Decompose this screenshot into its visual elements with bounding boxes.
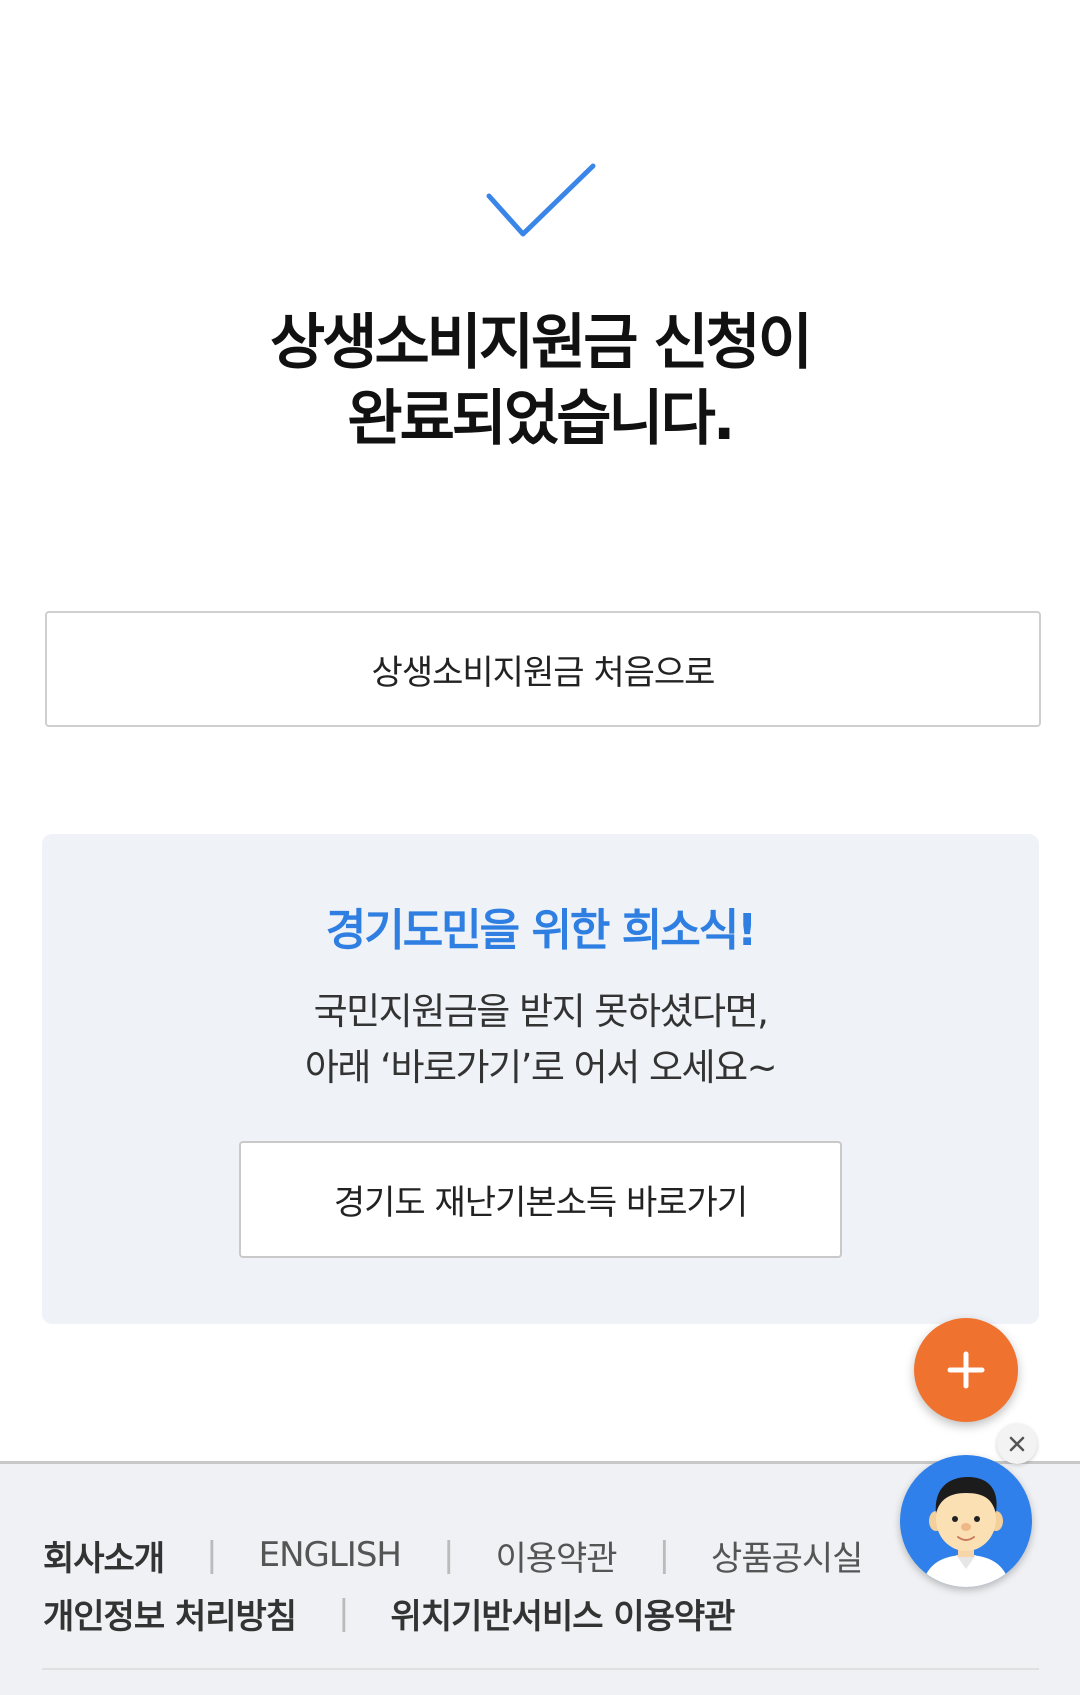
chatbot-close-button[interactable] <box>997 1424 1037 1464</box>
notice-desc-line1: 국민지원금을 받지 못하셨다면, <box>313 990 769 1033</box>
footer-link-privacy[interactable]: 개인정보 처리방침 <box>43 1589 297 1638</box>
chatbot-avatar-icon <box>922 1477 1010 1587</box>
footer-bottom-divider <box>42 1668 1039 1670</box>
notice-description: 국민지원금을 받지 못하셨다면, 아래 ‘바로가기’로 어서 오세요~ <box>42 984 1039 1096</box>
close-icon <box>1009 1436 1025 1452</box>
footer-links: 회사소개 | ENGLISH | 이용약관 | 상품공시실 개인정보 처리방침 … <box>43 1526 863 1642</box>
footer-link-location-terms[interactable]: 위치기반서비스 이용약관 <box>391 1589 736 1638</box>
footer-row-2: 개인정보 처리방침 | 위치기반서비스 이용약관 <box>43 1584 862 1642</box>
footer-row-1: 회사소개 | ENGLISH | 이용약관 | 상품공시실 <box>43 1526 863 1584</box>
footer-link-company[interactable]: 회사소개 <box>43 1531 165 1580</box>
completion-title-line2: 완료되었습니다. <box>347 384 735 454</box>
plus-icon <box>947 1351 985 1389</box>
footer-separator: | <box>442 1535 455 1575</box>
floating-plus-button[interactable] <box>914 1318 1018 1422</box>
home-button[interactable]: 상생소비지원금 처음으로 <box>45 611 1041 727</box>
footer-separator: | <box>206 1535 218 1575</box>
gyeonggi-shortcut-button[interactable]: 경기도 재난기본소득 바로가기 <box>239 1141 842 1258</box>
chatbot-avatar-button[interactable] <box>900 1455 1032 1587</box>
footer-link-product-disclosure[interactable]: 상품공시실 <box>711 1531 863 1580</box>
completion-title-line1: 상생소비지원금 신청이 <box>270 308 813 378</box>
completion-message: 상생소비지원금 신청이 완료되었습니다. <box>0 305 1080 457</box>
notice-title: 경기도민을 위한 희소식! <box>325 905 758 956</box>
check-icon <box>486 163 596 237</box>
footer-separator: | <box>338 1593 350 1633</box>
footer-separator: | <box>658 1535 671 1575</box>
notice-box: 경기도민을 위한 희소식! 국민지원금을 받지 못하셨다면, 아래 ‘바로가기’… <box>42 834 1039 1324</box>
footer-link-english[interactable]: ENGLISH <box>259 1535 402 1575</box>
notice-desc-line2: 아래 ‘바로가기’로 어서 오세요~ <box>304 1046 778 1089</box>
footer-link-terms[interactable]: 이용약관 <box>495 1531 617 1580</box>
